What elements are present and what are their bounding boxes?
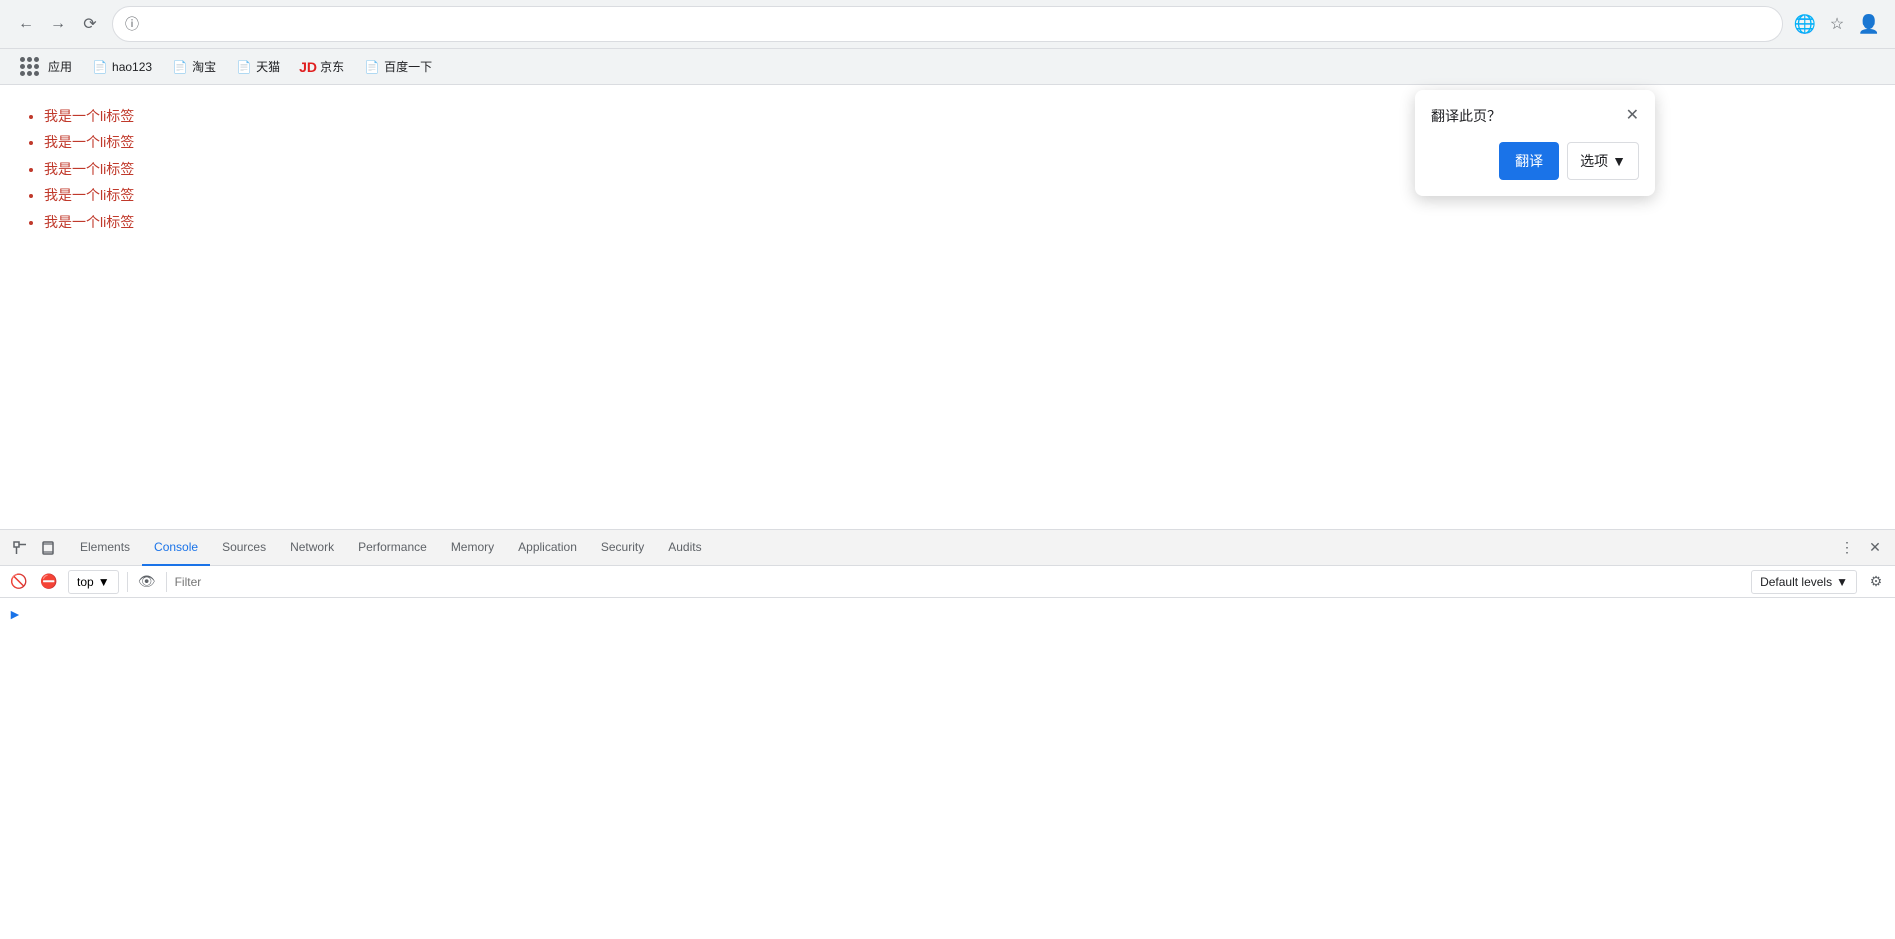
tab-performance[interactable]: Performance [346,530,439,566]
default-levels-selector[interactable]: Default levels ▼ [1751,570,1857,594]
bookmark-jd[interactable]: JD 京东 [292,54,352,79]
doc-icon-tianmao: 📄 [236,59,252,75]
tab-memory[interactable]: Memory [439,530,506,566]
bookmark-baidu-label: 百度一下 [384,58,432,75]
tab-console[interactable]: Console [142,530,210,566]
console-filter-input[interactable] [175,575,1743,589]
doc-icon: 📄 [92,59,108,75]
console-clear-button[interactable]: 🚫 [8,571,30,593]
translate-actions: 翻译 选项 ▼ [1431,142,1639,180]
tab-audits[interactable]: Audits [656,530,713,566]
console-prompt[interactable]: ► [8,606,1887,622]
console-toolbar: 🚫 ⛔ top ▼ 👁 Default levels ▼ ⚙ [0,566,1895,598]
options-chevron-icon: ▼ [1612,153,1626,169]
bookmark-taobao[interactable]: 📄 淘宝 [164,54,224,79]
context-label: top [77,575,94,589]
user-avatar-button[interactable]: 👤 [1855,10,1883,38]
bookmark-taobao-label: 淘宝 [192,58,216,75]
devtools-mobile-button[interactable] [36,536,60,560]
devtools-tab-end: ⋮ ✕ [1835,536,1887,560]
devtools-tabs: Elements Console Sources Network Perform… [68,530,1835,566]
tab-elements[interactable]: Elements [68,530,142,566]
console-divider [127,572,128,592]
translate-icon-button[interactable]: 🌐 [1791,10,1819,38]
console-settings-button[interactable]: ⚙ [1865,571,1887,593]
translate-close-button[interactable]: ✕ [1626,108,1639,124]
bookmark-jd-label: 京东 [320,58,344,75]
address-bar[interactable]: ⓘ E:/jQuery代码/day03/02.on事件委派.html [112,6,1783,42]
secure-icon: ⓘ [125,14,139,34]
doc-icon-baidu: 📄 [364,59,380,75]
bookmark-apps[interactable]: 应用 [12,53,80,81]
jd-icon: JD [300,59,316,75]
bookmark-star-button[interactable]: ☆ [1823,10,1851,38]
browser-toolbar: ← → ⟳ ⓘ E:/jQuery代码/day03/02.on事件委派.html… [0,0,1895,48]
translate-popup-header: 翻译此页？ ✕ [1431,106,1639,126]
back-button[interactable]: ← [12,10,40,38]
tab-sources[interactable]: Sources [210,530,278,566]
translate-popup: 翻译此页？ ✕ 翻译 选项 ▼ [1415,90,1655,196]
context-selector[interactable]: top ▼ [68,570,119,594]
translate-popup-title: 翻译此页？ [1431,106,1501,126]
devtools-icons [8,536,60,560]
console-block-button[interactable]: ⛔ [38,571,60,593]
default-levels-chevron-icon: ▼ [1836,575,1848,589]
translate-options-button[interactable]: 选项 ▼ [1567,142,1639,180]
bookmark-hao123[interactable]: 📄 hao123 [84,55,160,79]
options-label: 选项 [1580,151,1608,171]
bookmark-apps-label: 应用 [48,58,72,75]
bookmark-tianmao-label: 天猫 [256,58,280,75]
console-eye-button[interactable]: 👁 [136,571,158,593]
default-levels-label: Default levels [1760,575,1832,589]
devtools-panel: Elements Console Sources Network Perform… [0,529,1895,939]
doc-icon-taobao: 📄 [172,59,188,75]
bookmarks-bar: 应用 📄 hao123 📄 淘宝 📄 天猫 JD 京东 📄 百度一下 [0,48,1895,84]
devtools-inspect-button[interactable] [8,536,32,560]
console-content: ► [0,598,1895,630]
nav-buttons: ← → ⟳ [12,10,104,38]
reload-button[interactable]: ⟳ [76,10,104,38]
console-prompt-arrow: ► [8,606,22,622]
apps-icon [20,57,40,77]
devtools-close-button[interactable]: ✕ [1863,536,1887,560]
tab-network[interactable]: Network [278,530,346,566]
bookmark-hao123-label: hao123 [112,60,152,74]
browser-chrome: ← → ⟳ ⓘ E:/jQuery代码/day03/02.on事件委派.html… [0,0,1895,85]
devtools-header: Elements Console Sources Network Perform… [0,530,1895,566]
tab-application[interactable]: Application [506,530,589,566]
bookmark-baidu[interactable]: 📄 百度一下 [356,54,440,79]
url-input[interactable]: E:/jQuery代码/day03/02.on事件委派.html [147,16,1770,32]
list-item: 我是一个li标签 [44,211,1875,233]
devtools-more-button[interactable]: ⋮ [1835,536,1859,560]
bookmark-tianmao[interactable]: 📄 天猫 [228,54,288,79]
forward-button[interactable]: → [44,10,72,38]
tab-security[interactable]: Security [589,530,656,566]
translate-button[interactable]: 翻译 [1499,142,1559,180]
console-divider-2 [166,572,167,592]
toolbar-right: 🌐 ☆ 👤 [1791,10,1883,38]
context-chevron-icon: ▼ [98,575,110,589]
